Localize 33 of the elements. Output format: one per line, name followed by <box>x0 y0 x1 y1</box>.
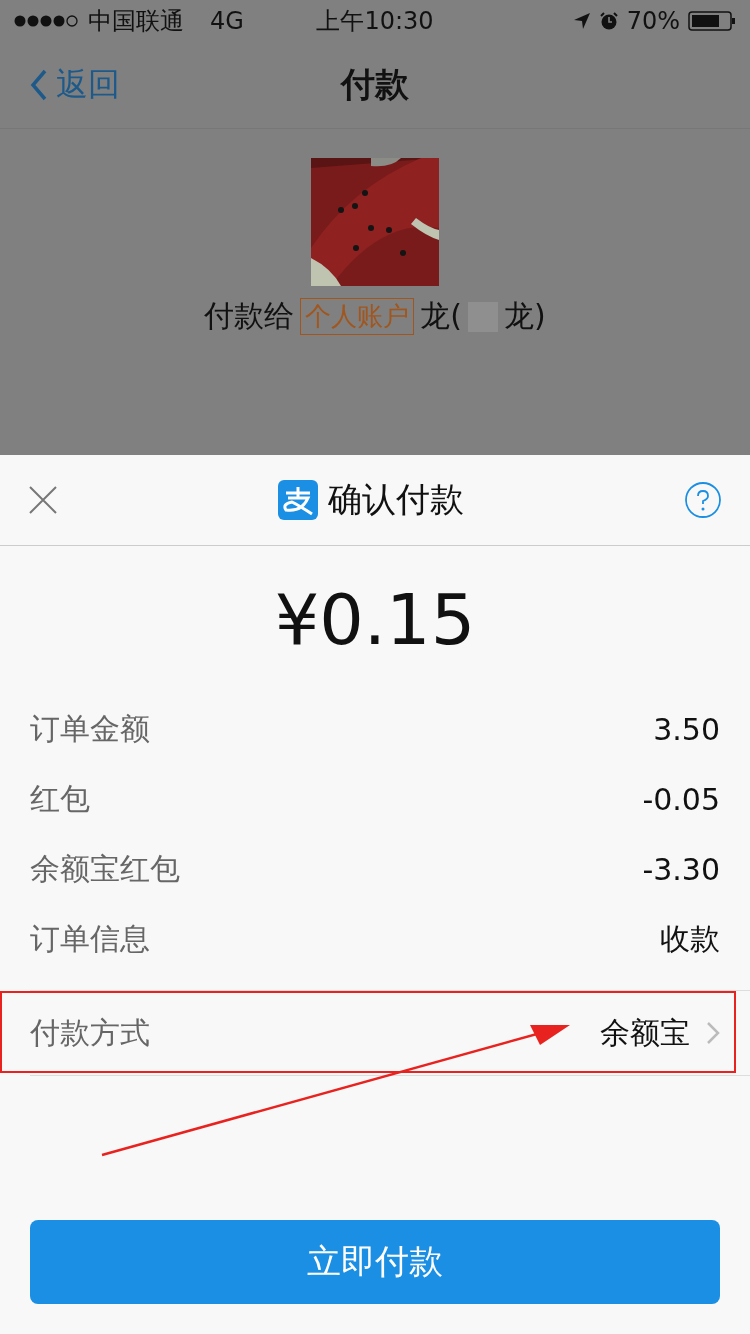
row-value: -3.30 <box>642 851 720 887</box>
clock: 上午10:30 <box>316 6 434 37</box>
back-button[interactable]: 返回 <box>0 63 120 107</box>
network-type: 4G <box>210 7 244 35</box>
chevron-left-icon <box>30 69 48 101</box>
row-label: 订单信息 <box>30 919 150 958</box>
payee-label: 付款给 <box>204 297 295 335</box>
row-value: 3.50 <box>653 711 720 747</box>
account-tag: 个人账户 <box>300 298 415 335</box>
payment-method-row[interactable]: 付款方式 余额宝 <box>30 991 750 1075</box>
row-label: 红包 <box>30 779 90 818</box>
pay-now-button[interactable]: 立即付款 <box>30 1220 720 1304</box>
row-value: 收款 <box>660 919 720 958</box>
battery-percent: 70% <box>626 7 680 35</box>
chevron-right-icon <box>706 1021 720 1045</box>
close-icon <box>28 485 58 515</box>
payee-name-end: 龙) <box>504 297 546 335</box>
payment-amount: ¥0.15 <box>273 578 477 663</box>
app-logo-icon <box>278 480 318 520</box>
row-label: 余额宝红包 <box>30 849 180 888</box>
location-icon <box>572 12 591 30</box>
page-title: 付款 <box>341 63 409 106</box>
close-button[interactable] <box>28 485 58 515</box>
help-icon <box>684 481 722 519</box>
payee-name: 龙( <box>420 297 462 335</box>
row-value: -0.05 <box>642 781 720 817</box>
row-label: 订单金额 <box>30 709 150 748</box>
help-button[interactable] <box>684 481 722 519</box>
battery-icon <box>688 11 736 31</box>
alarm-icon <box>598 11 619 31</box>
sheet-title: 确认付款 <box>328 478 464 521</box>
signal-icon <box>14 14 80 28</box>
carrier-name: 中国联通 <box>88 6 184 37</box>
